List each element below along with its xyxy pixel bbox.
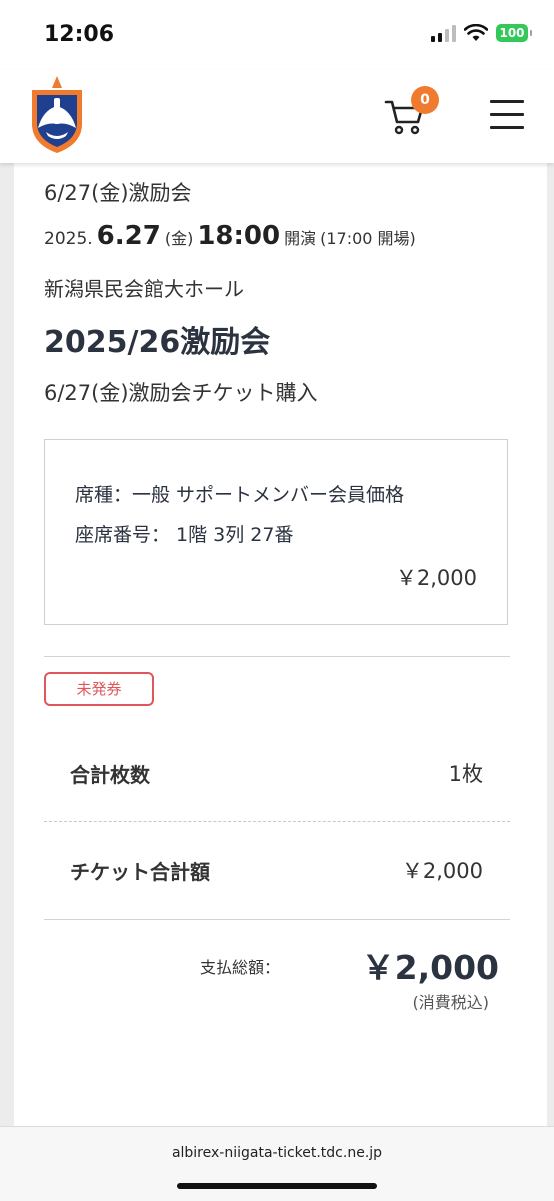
event-start-label: 開演 xyxy=(284,229,317,248)
event-venue: 新潟県民会館大ホール xyxy=(44,277,244,301)
payment-total-label: 支払総額： xyxy=(200,958,281,977)
divider xyxy=(44,656,510,657)
event-open-info: (17:00 開場) xyxy=(320,229,416,248)
browser-url-bar[interactable]: albirex-niigata-ticket.tdc.ne.jp xyxy=(0,1126,554,1201)
total-count-label: 合計枚数 xyxy=(70,763,150,787)
ticket-total-value: ￥2,000 xyxy=(401,859,483,883)
event-date: 2025. 6.27 (金) 18:00 開演 (17:00 開場) xyxy=(44,221,416,251)
purchase-title: 6/27(金)激励会チケット購入 xyxy=(44,381,318,405)
battery-icon: 100 xyxy=(496,24,532,42)
event-year: 2025. xyxy=(44,229,93,249)
status-bar: 12:06 100 xyxy=(0,0,554,70)
divider xyxy=(44,821,510,822)
wifi-icon xyxy=(464,24,488,41)
event-month-day: 6.27 xyxy=(96,221,161,251)
club-logo[interactable] xyxy=(28,76,86,154)
home-indicator[interactable] xyxy=(177,1183,377,1189)
event-title: 2025/26激励会 xyxy=(44,325,271,360)
seat-type: 席種：一般 サポートメンバー会員価格 xyxy=(75,484,405,506)
status-time: 12:06 xyxy=(44,22,115,47)
ticket-total-label: チケット合計額 xyxy=(70,860,210,884)
event-start-time: 18:00 xyxy=(197,221,281,251)
seat-price: ￥2,000 xyxy=(395,566,477,590)
tax-note: (消費税込) xyxy=(412,993,490,1012)
site-header: 0 xyxy=(0,70,554,163)
event-name: 6/27(金)激励会 xyxy=(44,181,192,205)
url-text[interactable]: albirex-niigata-ticket.tdc.ne.jp xyxy=(0,1145,554,1161)
status-badge: 未発券 xyxy=(44,672,154,706)
event-weekday: (金) xyxy=(164,229,194,248)
seat-number: 座席番号： 1階 3列 27番 xyxy=(75,524,294,546)
total-count-value: 1枚 xyxy=(448,762,483,786)
order-detail-card: 6/27(金)激励会 2025. 6.27 (金) 18:00 開演 (17:0… xyxy=(14,163,547,1126)
seat-info-box: 席種：一般 サポートメンバー会員価格 座席番号： 1階 3列 27番 ￥2,00… xyxy=(44,439,508,625)
cart-count-badge[interactable]: 0 xyxy=(411,86,439,114)
status-icons: 100 xyxy=(431,24,532,42)
signal-icon xyxy=(431,24,456,42)
hamburger-menu-icon[interactable] xyxy=(490,100,524,130)
divider xyxy=(44,919,510,920)
payment-total-value: ￥2,000 xyxy=(361,948,499,987)
